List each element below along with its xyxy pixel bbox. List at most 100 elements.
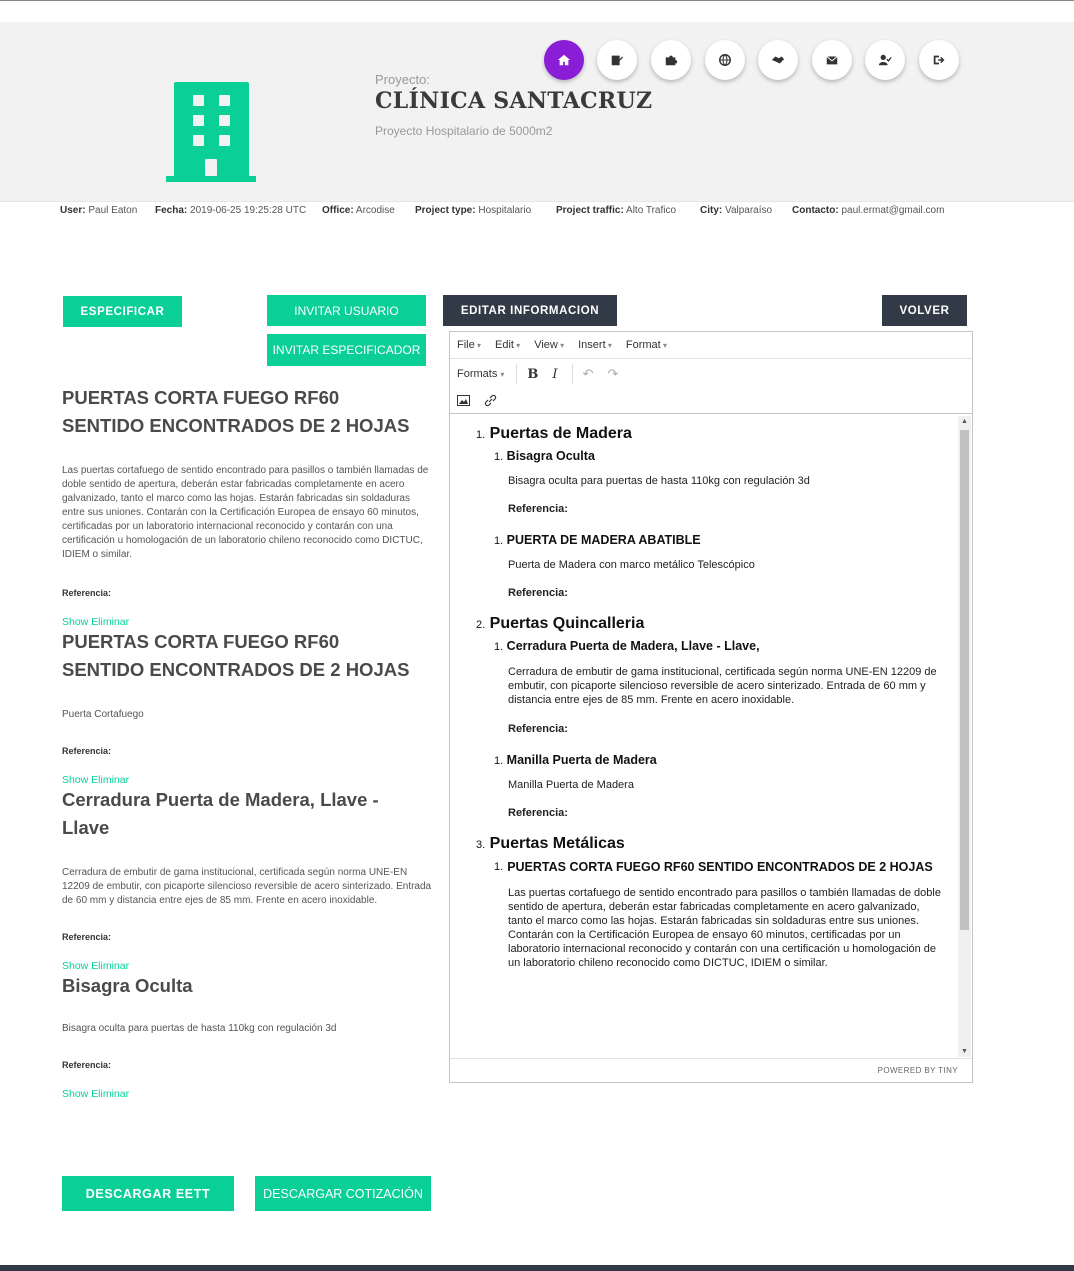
- invitar-usuario-button[interactable]: INVITAR USUARIO: [267, 295, 426, 326]
- toolbar-divider: [516, 364, 518, 384]
- info-contacto: Contacto: paul.ermat@gmail.com: [792, 205, 945, 216]
- puzzle-button[interactable]: [651, 40, 691, 80]
- scrollbar-thumb[interactable]: [960, 430, 969, 930]
- menu-file[interactable]: File: [457, 339, 481, 351]
- entry-title: 1. PUERTA DE MADERA ABATIBLE: [494, 533, 701, 547]
- info-user: User: Paul Eaton: [60, 205, 138, 216]
- item-actions[interactable]: Show Eliminar: [62, 1088, 432, 1100]
- entry-title: 1. Cerradura Puerta de Madera, Llave - L…: [494, 639, 760, 653]
- item-reference: Referencia:: [62, 1060, 112, 1070]
- editor-toolbar-secondary: [450, 388, 972, 414]
- entry-description: Manilla Puerta de Madera: [508, 779, 634, 791]
- project-label: Proyecto:: [375, 72, 430, 87]
- project-subtitle: Proyecto Hospitalario de 5000m2: [375, 124, 553, 138]
- editor-content[interactable]: 1. Puertas de Madera 1. Bisagra Oculta B…: [450, 415, 958, 1058]
- entry-description: Las puertas cortafuego de sentido encont…: [508, 887, 941, 969]
- entry-title: 1. Bisagra Oculta: [494, 449, 595, 463]
- menu-edit[interactable]: Edit: [495, 339, 520, 351]
- entry: 1. PUERTA DE MADERA ABATIBLE Puerta de M…: [476, 533, 944, 599]
- editor-menubar: File Edit View Insert Format: [450, 332, 972, 359]
- powered-by-label[interactable]: POWERED BY TINY: [878, 1066, 958, 1075]
- editar-informacion-button[interactable]: EDITAR INFORMACION: [443, 295, 617, 326]
- entry: 1. PUERTAS CORTA FUEGO RF60 SENTIDO ENCON…: [476, 859, 944, 970]
- entry: 1. Cerradura Puerta de Madera, Llave - L…: [476, 639, 944, 735]
- list-item: Bisagra Oculta Bisagra oculta para puert…: [62, 972, 432, 1100]
- undo-icon[interactable]: ↶: [583, 366, 594, 382]
- home-icon: [557, 54, 571, 66]
- window-top-border: [0, 0, 1074, 4]
- entry: 1. Bisagra Oculta Bisagra oculta para pu…: [476, 449, 944, 515]
- item-reference: Referencia:: [62, 932, 112, 942]
- entry-title: 1. PUERTAS CORTA FUEGO RF60 SENTIDO ENCON…: [494, 860, 933, 874]
- descargar-cotizacion-button[interactable]: DESCARGAR COTIZACIÓN: [255, 1176, 431, 1211]
- item-description: Las puertas cortafuego de sentido encont…: [62, 465, 429, 560]
- invitar-especificador-button[interactable]: INVITAR ESPECIFICADOR: [267, 334, 426, 366]
- editor-scrollbar[interactable]: ▲ ▼: [958, 416, 971, 1057]
- entry-description: Bisagra oculta para puertas de hasta 110…: [508, 475, 810, 487]
- section: 3. Puertas Metálicas 1. PUERTAS CORTA FUE…: [476, 835, 944, 970]
- list-item: PUERTAS CORTA FUEGO RF60 SENTIDO ENCONTRA…: [62, 384, 432, 628]
- home-button[interactable]: [544, 40, 584, 80]
- entry-reference: Referencia:: [508, 587, 568, 599]
- link-icon[interactable]: [484, 394, 497, 407]
- info-project-traffic: Project traffic: Alto Trafico: [556, 205, 677, 216]
- item-title: PUERTAS CORTA FUEGO RF60 SENTIDO ENCONTRA…: [62, 387, 410, 436]
- item-reference: Referencia:: [62, 746, 112, 756]
- entry: 1. Manilla Puerta de Madera Manilla Puer…: [476, 753, 944, 819]
- specified-items-list: PUERTAS CORTA FUEGO RF60 SENTIDO ENCONTRA…: [62, 384, 432, 1100]
- formats-dropdown[interactable]: Formats ▾: [457, 368, 504, 380]
- logout-icon: [933, 55, 945, 65]
- item-description: Puerta Cortafuego: [62, 709, 144, 720]
- item-title: PUERTAS CORTA FUEGO RF60 SENTIDO ENCONTRA…: [62, 631, 410, 680]
- footer-bar: [0, 1265, 1074, 1271]
- entry-description: Cerradura de embutir de gama institucion…: [508, 666, 937, 706]
- scroll-down-icon[interactable]: ▼: [961, 1048, 968, 1055]
- item-description: Cerradura de embutir de gama institucion…: [62, 867, 432, 906]
- user-check-icon: [878, 54, 892, 66]
- project-title: CLÍNICA SANTACRUZ: [375, 88, 653, 114]
- info-fecha: Fecha: 2019-06-25 19:25:28 UTC: [155, 205, 307, 216]
- editor-statusbar: POWERED BY TINY: [450, 1058, 972, 1082]
- menu-view[interactable]: View: [534, 339, 564, 351]
- list-item: PUERTAS CORTA FUEGO RF60 SENTIDO ENCONTRA…: [62, 628, 432, 786]
- item-actions[interactable]: Show Eliminar: [62, 774, 432, 786]
- project-header: Proyecto: CLÍNICA SANTACRUZ Proyecto Hos…: [0, 22, 1074, 202]
- info-office: Office: Arcodise: [322, 205, 395, 216]
- section-title: 2. Puertas Quincalleria: [476, 615, 645, 632]
- mail-button[interactable]: [812, 40, 852, 80]
- redo-icon[interactable]: ↷: [607, 366, 618, 382]
- globe-icon: [719, 54, 731, 66]
- item-actions[interactable]: Show Eliminar: [62, 960, 432, 972]
- scroll-up-icon[interactable]: ▲: [961, 418, 968, 425]
- item-title: Bisagra Oculta: [62, 975, 193, 996]
- entry-title: 1. Manilla Puerta de Madera: [494, 753, 657, 767]
- mail-icon: [826, 56, 838, 65]
- globe-button[interactable]: [705, 40, 745, 80]
- italic-button[interactable]: I: [552, 367, 557, 382]
- item-reference: Referencia:: [62, 588, 112, 598]
- item-actions[interactable]: Show Eliminar: [62, 616, 432, 628]
- descargar-eett-button[interactable]: DESCARGAR EETT: [62, 1176, 234, 1211]
- entry-reference: Referencia:: [508, 503, 568, 515]
- volver-button[interactable]: VOLVER: [882, 295, 967, 326]
- especificar-button[interactable]: ESPECIFICAR: [63, 296, 182, 327]
- logout-button[interactable]: [919, 40, 959, 80]
- info-project-type: Project type: Hospitalario: [415, 205, 532, 216]
- section: 2. Puertas Quincalleria 1. Cerradura Pue…: [476, 615, 944, 819]
- handshake-icon: [771, 56, 785, 64]
- list-item: Cerradura Puerta de Madera, Llave - Llave…: [62, 786, 432, 972]
- editor-toolbar: Formats ▾ B I ↶ ↷: [450, 360, 972, 388]
- menu-insert[interactable]: Insert: [578, 339, 612, 351]
- handshake-button[interactable]: [758, 40, 798, 80]
- item-title: Cerradura Puerta de Madera, Llave - Llave: [62, 789, 379, 838]
- rich-text-editor: File Edit View Insert Format Formats ▾ B…: [449, 331, 973, 1083]
- section-title: 1. Puertas de Madera: [476, 425, 632, 442]
- entry-description: Puerta de Madera con marco metálico Tele…: [508, 559, 755, 571]
- image-icon[interactable]: [457, 395, 470, 406]
- menu-format[interactable]: Format: [626, 339, 667, 351]
- bold-button[interactable]: B: [527, 367, 538, 382]
- building-icon: [166, 82, 256, 182]
- user-check-button[interactable]: [865, 40, 905, 80]
- edit-button[interactable]: [597, 40, 637, 80]
- info-city: City: Valparaíso: [700, 205, 773, 216]
